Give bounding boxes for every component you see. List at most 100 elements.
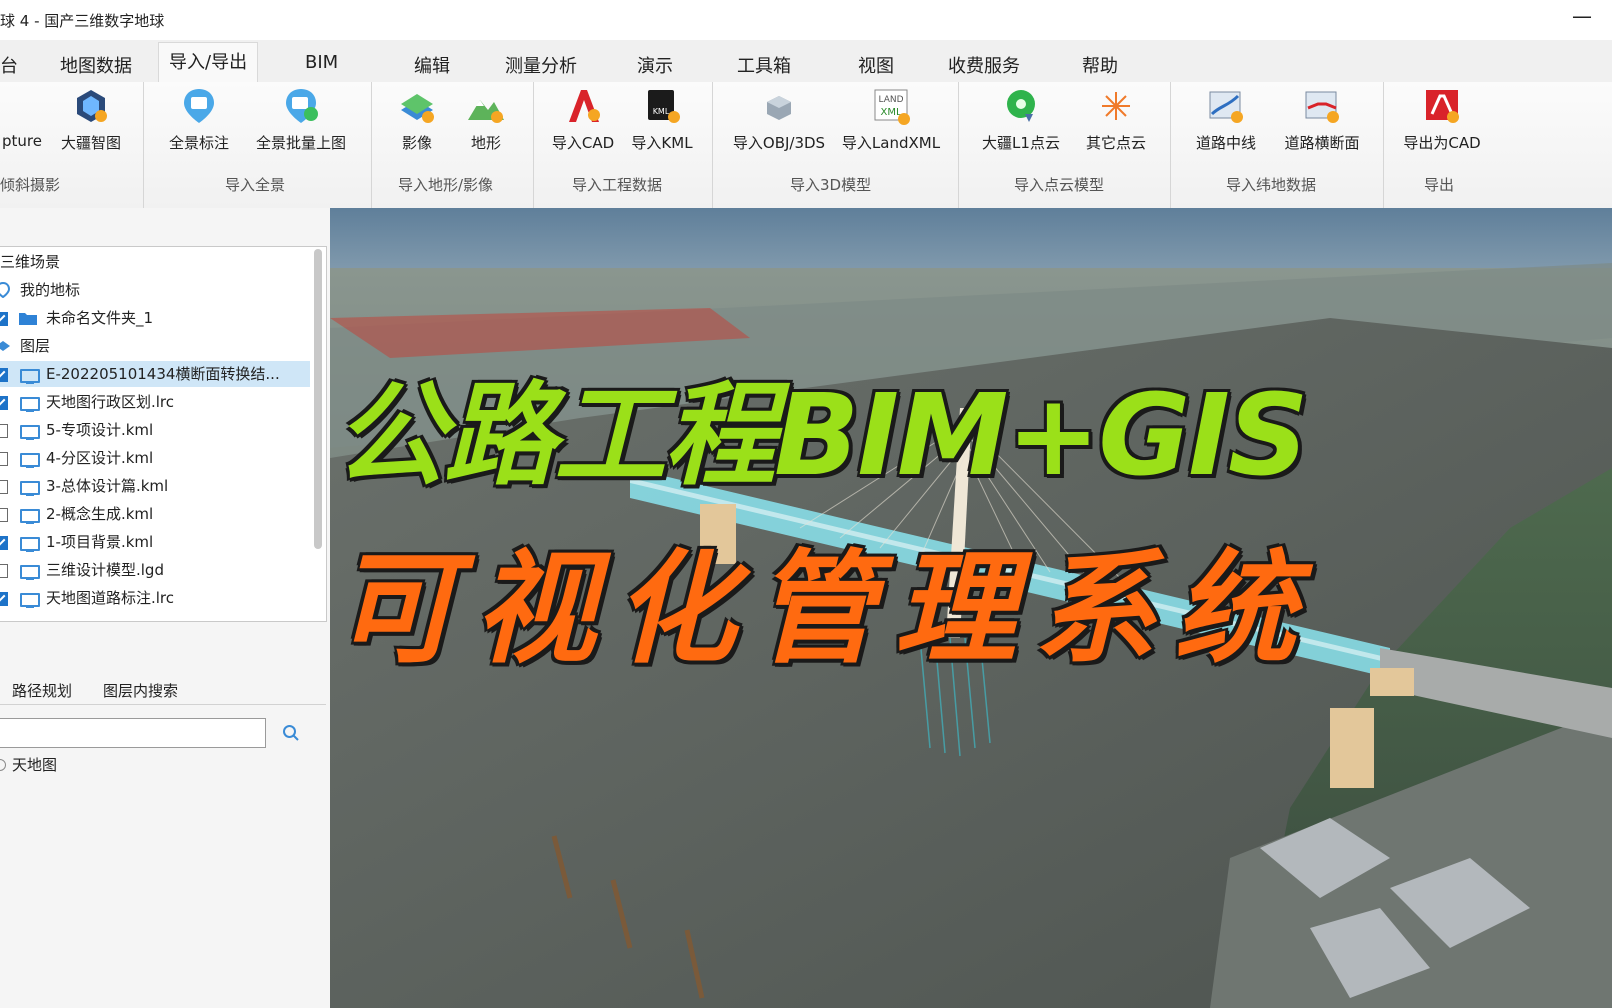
window-title: 球 4 - 国产三维数字地球 [0,12,165,30]
layers-icon [0,341,10,351]
monitor-icon [20,425,40,440]
import-obj-3ds-button[interactable]: 导入OBJ/3DS [727,86,831,153]
tree-scrollbar[interactable] [314,249,322,549]
search-icon[interactable] [282,724,300,742]
pin-icon [0,282,10,298]
overlay-title-line2: 可视化管理系统 [334,538,1314,680]
road-cross-section-label: 道路横断面 [1284,134,1360,152]
group-export: 导出 [1424,176,1455,194]
ribbon-separator [533,82,534,208]
other-pointcloud-button[interactable]: 其它点云 [1080,86,1152,153]
checkbox[interactable] [0,424,8,438]
tree-row-layers[interactable]: 图层 [0,333,310,359]
tree-row-item[interactable]: 三维设计模型.lgd [0,557,310,583]
dji-l1-pointcloud-button[interactable]: 大疆L1点云 [978,86,1064,153]
tree-row-label: 天地图道路标注.lrc [46,589,175,607]
tree-row-item[interactable]: 4-分区设计.kml [0,445,310,471]
group-import-panorama: 导入全景 [225,176,286,194]
checkbox[interactable] [0,480,8,494]
road-cross-section-button[interactable]: 道路横断面 [1277,86,1367,153]
tab-layer-search[interactable]: 图层内搜索 [103,680,178,701]
menu-bar: 台 地图数据 导入/导出 BIM 编辑 测量分析 演示 工具箱 视图 收费服务 … [0,40,1612,83]
other-pointcloud-label: 其它点云 [1085,134,1146,152]
checkbox[interactable] [0,368,8,382]
checkbox[interactable] [0,452,8,466]
menu-item-bim[interactable]: BIM [305,52,338,73]
tree-row-label: 三维设计模型.lgd [46,561,164,579]
menu-item-import-export[interactable]: 导入/导出 [158,42,259,83]
dji-terra-label: 大疆智图 [60,134,121,152]
title-bar: 球 4 - 国产三维数字地球 — [0,0,1612,40]
import-kml-label: 导入KML [631,134,693,152]
menu-item-platform[interactable]: 台 [0,52,18,78]
search-input[interactable] [0,718,266,748]
import-obj-3ds-label: 导入OBJ/3DS [732,134,826,152]
group-import-terrain-imagery: 导入地形/影像 [398,176,494,194]
tree-row-label: 天地图行政区划.lrc [46,393,175,411]
panorama-mark-button[interactable]: 全景标注 [162,86,236,153]
tree-row-item[interactable]: 1-项目背景.kml [0,529,310,555]
menu-item-map-data[interactable]: 地图数据 [60,52,132,78]
checkbox[interactable] [0,312,8,326]
menu-item-view[interactable]: 视图 [858,52,894,78]
checkbox[interactable] [0,564,8,578]
tree-root[interactable]: 三维场景 [0,249,310,275]
obj-3ds-icon [767,96,791,120]
tree-row-item[interactable]: 天地图行政区划.lrc [0,389,310,415]
tree-row-item[interactable]: 天地图道路标注.lrc [0,585,310,611]
dji-l1-pointcloud-label: 大疆L1点云 [982,134,1060,152]
capture-icon [2,86,42,126]
ribbon-separator [958,82,959,208]
imagery-icon [401,94,434,123]
folder-icon [19,313,37,325]
imagery-button[interactable]: 影像 [395,86,439,153]
monitor-icon [20,509,40,524]
import-landxml-button[interactable]: LAND XML 导入LandXML [837,86,945,153]
dji-terra-button[interactable]: 大疆智图 [54,86,128,153]
import-kml-button[interactable]: KML 导入KML [627,86,697,153]
panorama-batch-icon [286,89,318,123]
export-cad-icon [1426,90,1459,123]
tree-row-label: 1-项目背景.kml [46,533,154,551]
terrain-button[interactable]: 地形 [464,86,508,153]
import-cad-button[interactable]: 导入CAD [548,86,618,153]
group-import-3d-model: 导入3D模型 [790,176,872,194]
menu-item-measure[interactable]: 测量分析 [505,52,577,78]
monitor-icon [20,481,40,496]
overlay-title-line1: 公路工程BIM+GIS [334,371,1309,501]
tree-row-label: 未命名文件夹_1 [46,309,154,327]
export-cad-label: 导出为CAD [1403,134,1481,152]
cad-icon [569,90,600,122]
tree-row-item[interactable]: 3-总体设计篇.kml [0,473,310,499]
panorama-batch-label: 全景批量上图 [255,134,346,152]
search-result-item[interactable]: 天地图 [12,754,57,775]
tree-row-item[interactable]: 5-专项设计.kml [0,417,310,443]
minimize-button[interactable]: — [1572,4,1592,28]
menu-item-edit[interactable]: 编辑 [414,52,450,78]
import-landxml-label: 导入LandXML [841,134,941,152]
checkbox[interactable] [0,508,8,522]
tab-route-planning[interactable]: 路径规划 [12,680,72,701]
tree-row-item[interactable]: 2-概念生成.kml [0,501,310,527]
capture-button[interactable]: pture [0,86,44,150]
result-radio[interactable] [0,759,6,771]
capture-label: pture [2,132,42,150]
tree-row-landmarks[interactable]: 我的地标 [0,277,310,303]
import-cad-label: 导入CAD [551,134,615,152]
checkbox[interactable] [0,536,8,550]
export-cad-button[interactable]: 导出为CAD [1397,86,1487,153]
left-panel: 三维场景 我的地标 未命名文件夹_1 图层 E-202205101434横断面转… [0,208,330,1008]
menu-item-paid-services[interactable]: 收费服务 [948,52,1020,78]
checkbox[interactable] [0,592,8,606]
road-cross-section-icon [1305,91,1339,123]
panorama-batch-button[interactable]: 全景批量上图 [248,86,354,153]
menu-item-toolbox[interactable]: 工具箱 [737,52,791,78]
tree-row-item[interactable]: E-202205101434横断面转换结... [0,361,310,387]
road-centerline-button[interactable]: 道路中线 [1190,86,1262,153]
menu-item-help[interactable]: 帮助 [1082,52,1118,78]
monitor-icon [20,565,40,580]
tree-row-label: 我的地标 [20,281,81,299]
menu-item-present[interactable]: 演示 [637,52,673,78]
tree-row-folder[interactable]: 未命名文件夹_1 [0,305,310,331]
checkbox[interactable] [0,396,8,410]
